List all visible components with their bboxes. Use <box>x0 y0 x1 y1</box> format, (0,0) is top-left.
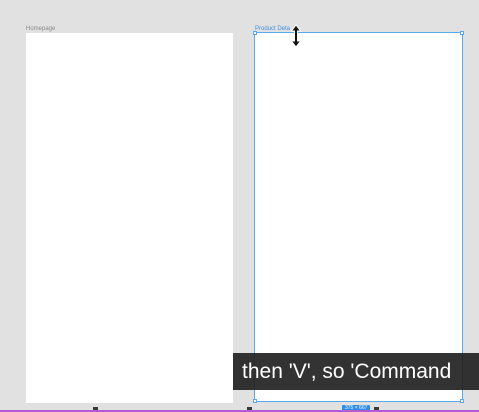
resize-vertical-cursor-icon <box>290 24 302 48</box>
resize-handle-bottom-left[interactable] <box>253 399 257 403</box>
artboard-label-product-detail[interactable]: Product Deta <box>255 25 290 33</box>
resize-handle-top-left[interactable] <box>253 31 257 35</box>
artboard-label-homepage[interactable]: Homepage <box>26 25 55 33</box>
artboard-homepage[interactable] <box>26 33 233 403</box>
subtitle-caption: then 'V', so 'Command <box>233 353 479 390</box>
resize-handle-top-right[interactable] <box>460 31 464 35</box>
design-canvas[interactable]: Homepage Product Deta 375 × 667 then 'V'… <box>0 0 479 412</box>
resize-handle-bottom-right[interactable] <box>460 399 464 403</box>
artboard-product-detail[interactable] <box>254 32 463 402</box>
